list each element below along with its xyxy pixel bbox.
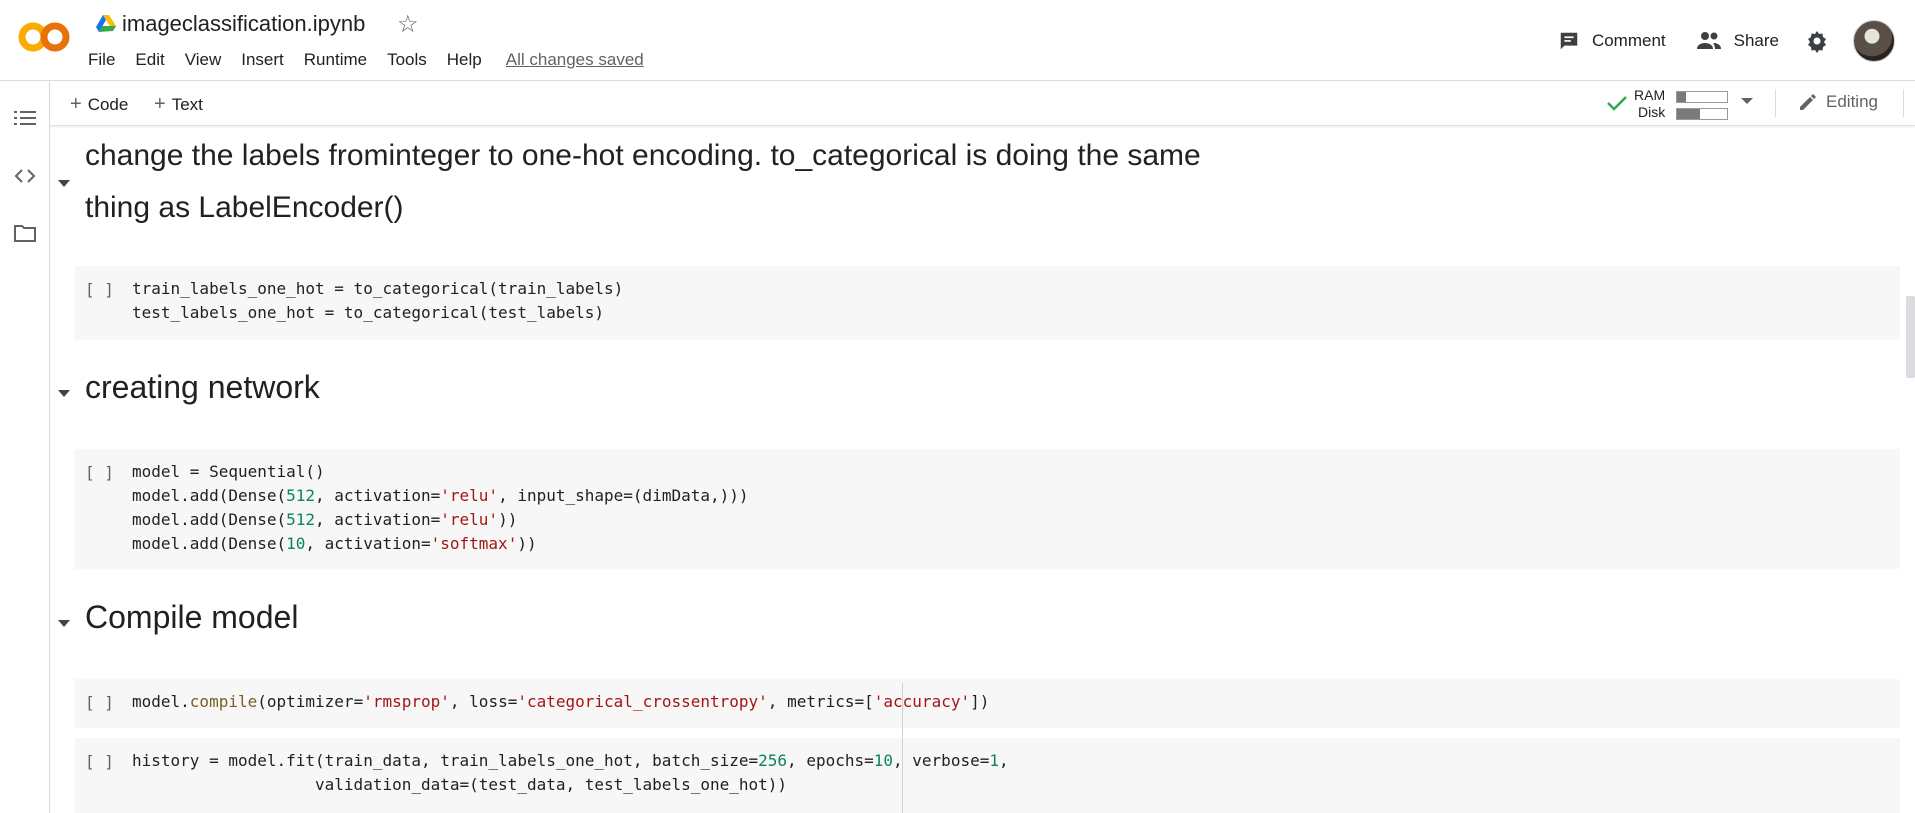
menu-file[interactable]: File	[88, 50, 115, 70]
toc-icon[interactable]	[14, 108, 36, 128]
section-heading-one-hot: change the labels frominteger to one-hot…	[85, 130, 1385, 234]
folder-icon[interactable]	[14, 223, 36, 243]
ram-bar-fill	[1677, 92, 1686, 102]
header-actions: Comment Share	[1528, 20, 1895, 62]
menu-view[interactable]: View	[185, 50, 222, 70]
run-cell-button[interactable]: [ ]	[85, 752, 114, 771]
menubar: File Edit View Insert Runtime Tools Help…	[88, 50, 644, 70]
plus-icon: +	[70, 93, 82, 115]
star-icon[interactable]: ☆	[397, 10, 419, 39]
colab-logo[interactable]	[18, 20, 70, 54]
code-cell[interactable]: [ ] model.compile(optimizer='rmsprop', l…	[75, 679, 1900, 728]
collapse-caret-icon[interactable]	[58, 620, 70, 627]
menu-help[interactable]: Help	[447, 50, 482, 70]
avatar[interactable]	[1853, 20, 1895, 62]
menu-runtime[interactable]: Runtime	[304, 50, 367, 70]
menu-edit[interactable]: Edit	[135, 50, 164, 70]
add-code-label: Code	[87, 95, 129, 114]
menu-insert[interactable]: Insert	[241, 50, 284, 70]
code-cell[interactable]: [ ] model = Sequential() model.add(Dense…	[75, 449, 1900, 569]
editing-mode-button[interactable]: Editing	[1798, 92, 1878, 112]
heading-line: thing as LabelEncoder()	[85, 191, 404, 224]
code-line: validation_data=(test_data, test_labels_…	[132, 775, 788, 794]
app-header: imageclassification.ipynb ☆ File Edit Vi…	[0, 0, 1915, 81]
divider	[1775, 89, 1776, 117]
text-cursor-guide	[902, 683, 903, 813]
disk-label: Disk	[1638, 104, 1666, 120]
run-cell-button[interactable]: [ ]	[85, 463, 114, 482]
check-icon	[1607, 96, 1627, 111]
ram-bar	[1676, 91, 1728, 103]
code-line: train_labels_one_hot = to_categorical(tr…	[132, 279, 624, 298]
ram-label: RAM	[1634, 87, 1666, 103]
code-cell[interactable]: [ ] history = model.fit(train_data, trai…	[75, 738, 1900, 813]
notebook-content: change the labels frominteger to one-hot…	[50, 126, 1905, 813]
add-code-button[interactable]: + Code	[70, 93, 128, 116]
section-heading-compile: Compile model	[85, 599, 299, 635]
notebook-title[interactable]: imageclassification.ipynb	[122, 11, 365, 37]
cell-code[interactable]: model = Sequential() model.add(Dense(512…	[132, 460, 749, 556]
cell-code[interactable]: model.compile(optimizer='rmsprop', loss=…	[132, 690, 989, 714]
divider	[1903, 89, 1904, 117]
code-cell[interactable]: [ ] train_labels_one_hot = to_categorica…	[75, 266, 1900, 340]
pencil-icon	[1800, 94, 1816, 110]
add-text-button[interactable]: + Text	[154, 93, 203, 116]
dropdown-icon[interactable]	[1740, 96, 1754, 106]
collapse-caret-icon[interactable]	[58, 390, 70, 397]
plus-icon: +	[154, 93, 166, 115]
run-cell-button[interactable]: [ ]	[85, 693, 114, 712]
cell-code[interactable]: history = model.fit(train_data, train_la…	[132, 749, 1009, 797]
code-line: model = Sequential()	[132, 462, 325, 481]
comment-button[interactable]: Comment	[1558, 30, 1666, 52]
disk-bar	[1676, 108, 1728, 120]
left-rail	[0, 81, 50, 813]
editing-label: Editing	[1826, 92, 1878, 111]
drive-icon[interactable]	[96, 15, 116, 33]
save-status-link[interactable]: All changes saved	[506, 50, 644, 70]
share-button[interactable]: Share	[1696, 31, 1779, 51]
menu-tools[interactable]: Tools	[387, 50, 427, 70]
comment-label: Comment	[1591, 31, 1666, 50]
collapse-caret-icon[interactable]	[58, 180, 70, 187]
comment-icon	[1560, 32, 1578, 50]
share-label: Share	[1733, 31, 1779, 50]
heading-line: change the labels frominteger to one-hot…	[85, 139, 1201, 172]
section-heading-network: creating network	[85, 369, 320, 405]
notebook-toolbar: + Code + Text RAM Disk Editing	[50, 81, 1915, 126]
resource-monitor[interactable]: RAM Disk	[1606, 85, 1756, 121]
share-people-icon	[1696, 32, 1721, 49]
code-line: test_labels_one_hot = to_categorical(tes…	[132, 303, 605, 322]
code-snippets-icon[interactable]	[14, 166, 36, 186]
cell-code[interactable]: train_labels_one_hot = to_categorical(tr…	[132, 277, 623, 325]
gear-icon[interactable]	[1805, 29, 1829, 53]
run-cell-button[interactable]: [ ]	[85, 280, 114, 299]
disk-bar-fill	[1677, 109, 1700, 119]
add-text-label: Text	[171, 95, 203, 114]
scrollbar-thumb[interactable]	[1906, 296, 1915, 378]
